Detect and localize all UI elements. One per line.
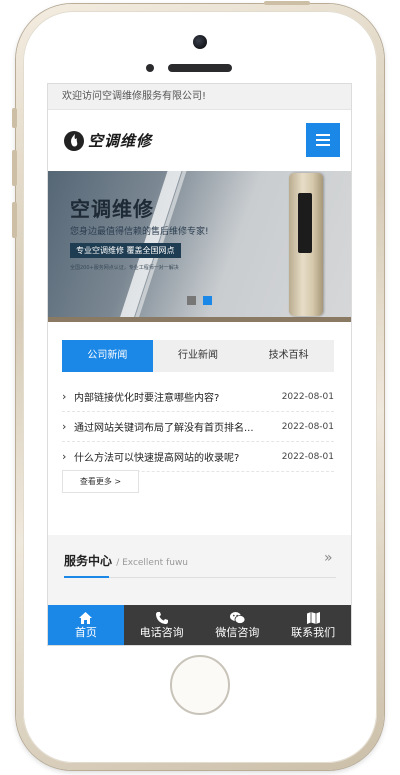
site-logo[interactable]: 空调维修	[64, 130, 152, 151]
view-more-button[interactable]: 查看更多 >	[62, 470, 139, 493]
front-camera	[193, 35, 207, 49]
nav-phone[interactable]: 电话咨询	[124, 605, 200, 645]
carousel-dot[interactable]	[187, 296, 196, 305]
mute-switch	[12, 108, 17, 128]
wechat-icon	[229, 611, 245, 625]
earpiece-speaker	[168, 64, 232, 72]
home-button[interactable]	[170, 655, 230, 715]
double-chevron-right-icon[interactable]: »	[324, 550, 333, 566]
news-tabs: 公司新闻 行业新闻 技术百科	[62, 340, 334, 372]
news-item[interactable]: › 通过网站关键词布局了解没有首页排名... 2022-08-01	[62, 412, 334, 442]
news-title[interactable]: 通过网站关键词布局了解没有首页排名...	[74, 419, 278, 434]
nav-label: 首页	[74, 625, 97, 639]
service-center-heading[interactable]: 服务中心 / Excellent fuwu	[64, 552, 188, 569]
menu-button[interactable]	[306, 123, 340, 157]
phone-screen: 欢迎访问空调维修服务有限公司! 空调维修 空调维修 您身边最值得信赖的售后维修专…	[48, 84, 351, 645]
carousel-dot-active[interactable]	[203, 296, 212, 305]
news-item[interactable]: › 什么方法可以快速提高网站的收录呢? 2022-08-01	[62, 442, 334, 472]
home-icon	[79, 611, 93, 625]
nav-label: 电话咨询	[139, 625, 184, 639]
hero-banner[interactable]: 空调维修 您身边最值得信赖的售后维修专家! 专业空调维修 覆盖全国网点 全国20…	[48, 171, 351, 322]
nav-label: 联系我们	[291, 625, 336, 639]
banner-tag: 专业空调维修 覆盖全国网点	[70, 243, 181, 258]
news-item[interactable]: › 内部链接优化时要注意哪些内容? 2022-08-01	[62, 382, 334, 412]
map-icon	[306, 611, 320, 625]
carousel-dots	[187, 296, 212, 305]
nav-contact[interactable]: 联系我们	[275, 605, 351, 645]
news-date: 2022-08-01	[281, 391, 334, 402]
hamburger-menu-icon	[316, 134, 330, 136]
nav-label: 微信咨询	[215, 625, 260, 639]
logo-text: 空调维修	[88, 132, 153, 150]
banner-floor	[48, 317, 351, 322]
air-conditioner-image	[289, 173, 323, 316]
chevron-right-icon: ›	[62, 450, 67, 463]
flame-logo-icon	[64, 130, 84, 151]
news-list: › 内部链接优化时要注意哪些内容? 2022-08-01 › 通过网站关键词布局…	[62, 382, 334, 472]
banner-small-text: 全国200+服务网点认证，专业工程师一对一解决	[70, 265, 179, 271]
chevron-right-icon: ›	[62, 420, 67, 433]
volume-up-button	[12, 150, 17, 186]
service-subtitle: / Excellent fuwu	[116, 558, 189, 568]
nav-wechat[interactable]: 微信咨询	[200, 605, 276, 645]
section-divider-accent	[64, 576, 109, 578]
chevron-right-icon: ›	[62, 390, 67, 403]
banner-subtitle: 您身边最值得信赖的售后维修专家!	[70, 227, 209, 237]
welcome-bar: 欢迎访问空调维修服务有限公司!	[48, 84, 351, 110]
phone-icon	[155, 611, 168, 625]
site-header: 空调维修	[48, 110, 351, 171]
news-title[interactable]: 内部链接优化时要注意哪些内容?	[74, 389, 278, 404]
nav-home[interactable]: 首页	[48, 605, 124, 645]
banner-title: 空调维修	[70, 197, 154, 221]
tab-company-news[interactable]: 公司新闻	[62, 340, 153, 372]
news-title[interactable]: 什么方法可以快速提高网站的收录呢?	[74, 449, 278, 464]
power-button	[264, 1, 310, 5]
service-title: 服务中心	[64, 554, 113, 568]
proximity-sensor	[146, 64, 154, 72]
bottom-nav: 首页 电话咨询 微信咨询 联系我们	[48, 605, 351, 645]
volume-down-button	[12, 202, 17, 238]
service-center-section: 服务中心 / Excellent fuwu »	[48, 535, 351, 610]
news-date: 2022-08-01	[281, 451, 334, 462]
tab-tech-encyclopedia[interactable]: 技术百科	[243, 340, 334, 372]
news-date: 2022-08-01	[281, 421, 334, 432]
tab-industry-news[interactable]: 行业新闻	[153, 340, 244, 372]
